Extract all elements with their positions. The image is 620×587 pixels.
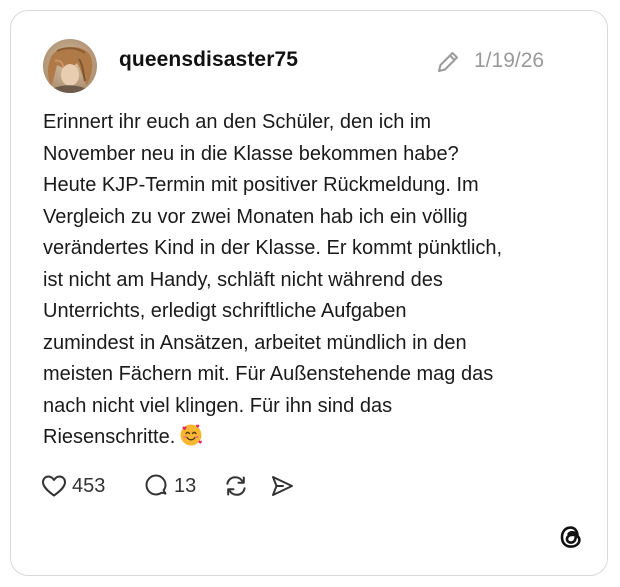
heart-icon	[41, 474, 67, 498]
username[interactable]: queensdisaster75	[119, 48, 298, 72]
repost-icon	[223, 473, 249, 499]
post-text-line: Unterrichts, erledigt schriftliche Aufga…	[43, 300, 407, 322]
post-card: queensdisaster75 1/19/26 Erinnert ihr eu…	[10, 10, 608, 576]
threads-logo-icon	[557, 523, 585, 551]
pencil-icon[interactable]	[435, 49, 461, 75]
comment-icon	[143, 473, 169, 499]
post-text-line: Vergleich zu vor zwei Monaten hab ich ei…	[43, 205, 468, 228]
post-text-last-line: Riesenschritte.	[43, 422, 583, 454]
repost-button[interactable]	[223, 471, 249, 501]
avatar[interactable]	[43, 39, 97, 93]
share-button[interactable]	[269, 471, 295, 501]
post-text-line: ist nicht am Handy, schläft nicht währen…	[43, 268, 443, 291]
comment-count: 13	[174, 474, 197, 497]
post-text-line: zumindest in Ansätzen, arbeitet mündlich…	[43, 331, 467, 354]
post-text-line: November neu in die Klasse bekommen habe…	[43, 142, 459, 165]
post-text-line: Heute KJP-Termin mit positiver Rückmeldu…	[43, 174, 479, 196]
like-count: 453	[72, 474, 106, 497]
comment-button[interactable]: 13	[143, 471, 196, 501]
smiling-face-with-hearts-icon	[179, 423, 203, 447]
post-text-line: Erinnert ihr euch an den Schüler, den ic…	[43, 111, 431, 133]
post-text-line: meisten Fächern mit. Für Außenstehende m…	[43, 363, 494, 385]
send-icon	[269, 473, 295, 499]
post-text-line: verändertes Kind in der Klasse. Er kommt…	[43, 237, 503, 259]
like-button[interactable]: 453	[41, 471, 105, 501]
post-body: Erinnert ihr euch an den Schüler, den ic…	[43, 107, 583, 454]
post-text-line: nach nicht viel klingen. Für ihn sind da…	[43, 394, 393, 417]
post-date: 1/19/26	[474, 49, 545, 72]
post-text-line: Riesenschritte.	[43, 426, 176, 448]
